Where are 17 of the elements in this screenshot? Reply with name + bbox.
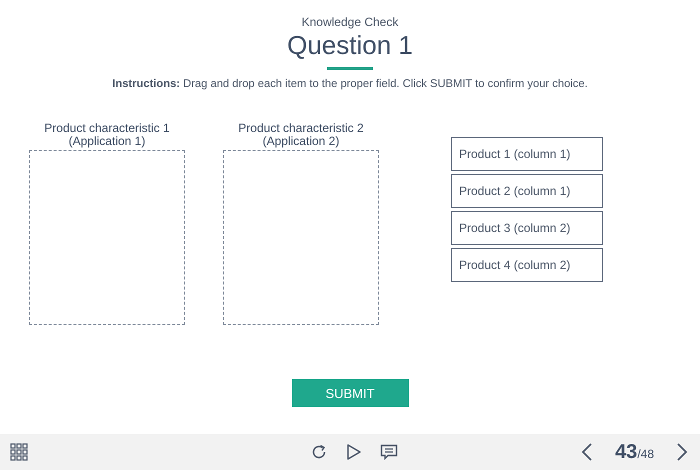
question-title: Question 1 <box>287 30 413 60</box>
play-icon[interactable] <box>346 443 362 461</box>
instructions-text: Instructions: Drag and drop each item to the proper field. Click SUBMIT to confirm your choice. <box>112 78 588 90</box>
previous-icon[interactable] <box>581 442 594 462</box>
drag-item[interactable]: Product 2 (column 1) <box>451 174 603 208</box>
drop-zone-label: Product characteristic 1 (Application 1) <box>44 122 170 148</box>
page-total: /48 <box>637 446 654 460</box>
drop-zone-label: Product characteristic 2 (Application 2) <box>238 122 364 148</box>
next-icon[interactable] <box>676 442 688 462</box>
menu-icon[interactable] <box>10 443 28 461</box>
page-number: 43 <box>615 440 638 464</box>
drag-item[interactable]: Product 4 (column 2) <box>451 248 603 282</box>
subtitle: Knowledge Check <box>302 15 398 29</box>
replay-icon[interactable] <box>310 443 328 461</box>
drag-item[interactable]: Product 3 (column 2) <box>451 211 603 245</box>
comment-icon[interactable] <box>380 444 398 460</box>
drag-item[interactable]: Product 1 (column 1) <box>451 137 603 171</box>
